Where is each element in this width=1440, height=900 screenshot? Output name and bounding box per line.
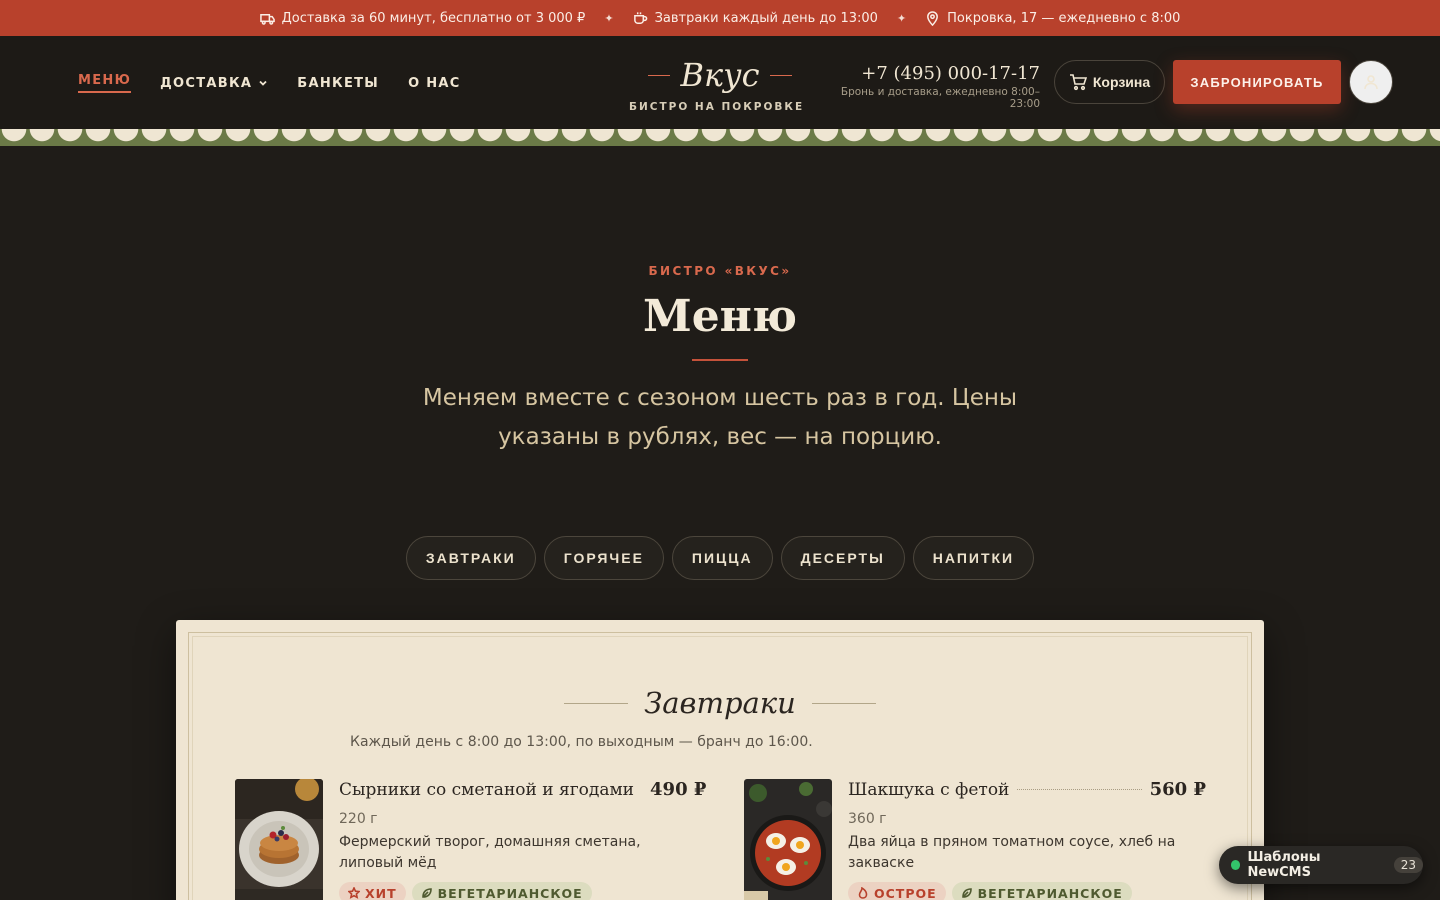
heading-rule-left	[564, 702, 629, 704]
scallop-border	[0, 129, 1440, 146]
title-underline	[692, 359, 748, 361]
delivery-text: Доставка за 60 минут, бесплатно от 3 000…	[281, 10, 586, 26]
section-note: Каждый день с 8:00 до 13:00, по выходным…	[350, 734, 813, 750]
leaf-icon	[421, 888, 432, 898]
address-text: Покровка, 17 — ежедневно с 8:00	[947, 10, 1181, 26]
dish-weight: 360 г	[848, 811, 887, 827]
dish-tags: ОСТРОЕ ВЕГЕТАРИАНСКОЕ	[848, 882, 1206, 900]
address-info: Покровка, 17 — ежедневно с 8:00	[925, 11, 1180, 26]
coffee-cup-icon	[633, 11, 647, 24]
nav-menu[interactable]: МЕНЮ	[78, 73, 132, 93]
nav-delivery-label: ДОСТАВКА	[160, 75, 253, 91]
section-heading: Завтраки	[176, 686, 1264, 720]
user-icon	[1364, 75, 1378, 90]
dish-leader-dots	[1017, 789, 1142, 790]
newcms-templates-badge[interactable]: Шаблоны NewCMS 23	[1219, 846, 1423, 884]
separator-star: ✦	[604, 11, 614, 25]
dish-item[interactable]: Сырники со сметаной и ягодами 490 ₽ 220 …	[235, 779, 706, 900]
tag-label: ВЕГЕТАРИАНСКОЕ	[437, 885, 583, 900]
dish-info: Шакшука с фетой 560 ₽ 360 г Два яйца в п…	[848, 779, 1206, 900]
dish-description: Фермерский творог, домашняя сметана, лип…	[339, 834, 641, 871]
cart-button[interactable]: Корзина	[1054, 60, 1165, 104]
syrniki-illustration	[235, 779, 323, 900]
dish-description: Два яйца в пряном томатном соусе, хлеб н…	[848, 834, 1176, 871]
page-title: Меню	[642, 291, 798, 342]
tag-label: ХИТ	[365, 885, 397, 900]
category-drinks[interactable]: НАПИТКИ	[912, 536, 1035, 580]
status-dot-icon	[1231, 860, 1241, 870]
tag-label: ОСТРОЕ	[874, 885, 937, 900]
dish-price: 560 ₽	[1149, 779, 1206, 800]
badge-label: Шаблоны NewCMS	[1247, 850, 1321, 880]
dish-title-row: Сырники со сметаной и ягодами 490 ₽	[339, 779, 706, 800]
nav-delivery[interactable]: ДОСТАВКА	[160, 73, 268, 93]
heading-rule-right	[811, 702, 876, 704]
dish-price: 490 ₽	[650, 779, 707, 800]
nav-banquets[interactable]: БАНКЕТЫ	[297, 73, 379, 93]
star-icon	[348, 887, 360, 899]
dish-name: Сырники со сметаной и ягодами	[339, 780, 635, 800]
scallop-shadow	[0, 146, 1440, 148]
map-pin-icon	[927, 10, 939, 26]
nav-about[interactable]: О НАС	[408, 73, 461, 93]
logo-wordmark: Вкус	[620, 56, 820, 94]
book-table-button[interactable]: ЗАБРОНИРОВАТЬ	[1173, 60, 1341, 104]
logo-dash-right	[769, 74, 792, 76]
badge-count: 23	[1393, 857, 1423, 873]
truck-icon	[259, 13, 275, 25]
contact-hours: Бронь и доставка, ежедневно 8:00–23:00	[840, 86, 1040, 110]
category-hot[interactable]: ГОРЯЧЕЕ	[543, 536, 664, 580]
category-pizza[interactable]: ПИЦЦА	[671, 536, 773, 580]
logo-tagline: БИСТРО НА ПОКРОВКЕ	[629, 101, 805, 113]
category-desserts[interactable]: ДЕСЕРТЫ	[780, 536, 905, 580]
category-tabs: ЗАВТРАКИ ГОРЯЧЕЕ ПИЦЦА ДЕСЕРТЫ НАПИТКИ	[0, 536, 1440, 580]
cart-label: Корзина	[1092, 74, 1151, 90]
chevron-down-icon	[259, 80, 267, 86]
hero-subtitle: Меняем вместе с сезоном шесть раз в год.…	[422, 385, 1018, 450]
dish-tags: ХИТ ВЕГЕТАРИАНСКОЕ	[339, 882, 697, 900]
dish-title-row: Шакшука с фетой 560 ₽	[848, 779, 1206, 800]
breakfast-text: Завтраки каждый день до 13:00	[654, 10, 878, 26]
dish-info: Сырники со сметаной и ягодами 490 ₽ 220 …	[339, 779, 706, 900]
main-nav: МЕНЮ ДОСТАВКА БАНКЕТЫ О НАС	[78, 73, 461, 93]
dish-item[interactable]: Шакшука с фетой 560 ₽ 360 г Два яйца в п…	[744, 779, 1206, 900]
menu-card: Завтраки Каждый день с 8:00 до 13:00, по…	[176, 620, 1264, 900]
dish-photo-syrniki	[235, 779, 323, 900]
delivery-info: Доставка за 60 минут, бесплатно от 3 000…	[259, 10, 586, 26]
account-button[interactable]	[1349, 60, 1393, 104]
tag-spicy: ОСТРОЕ	[848, 882, 946, 900]
contact-block: +7 (495) 000-17-17 Бронь и доставка, еже…	[815, 63, 1040, 110]
hero-eyebrow: БИСТРО «ВКУС»	[648, 264, 792, 278]
tag-hit: ХИТ	[339, 882, 406, 900]
logo-dash-left	[648, 74, 671, 76]
logo-name: Вкус	[680, 56, 760, 94]
phone-number[interactable]: +7 (495) 000-17-17	[815, 63, 1040, 84]
shakshuka-illustration	[744, 779, 832, 900]
top-info-bar: Доставка за 60 минут, бесплатно от 3 000…	[0, 0, 1440, 36]
cart-icon	[1069, 74, 1087, 91]
site-logo[interactable]: Вкус БИСТРО НА ПОКРОВКЕ	[620, 56, 820, 118]
leaf-icon	[961, 888, 972, 898]
dish-weight: 220 г	[339, 811, 378, 827]
tag-label: ВЕГЕТАРИАНСКОЕ	[977, 885, 1123, 900]
flame-icon	[858, 887, 868, 899]
site-header: МЕНЮ ДОСТАВКА БАНКЕТЫ О НАС Вкус БИСТРО …	[0, 36, 1440, 129]
breakfast-info: Завтраки каждый день до 13:00	[633, 11, 878, 26]
section-title: Завтраки	[644, 686, 796, 720]
dish-photo-shakshuka	[744, 779, 832, 900]
tag-vegetarian: ВЕГЕТАРИАНСКОЕ	[951, 882, 1132, 900]
separator-star: ✦	[896, 11, 907, 25]
tag-vegetarian: ВЕГЕТАРИАНСКОЕ	[411, 882, 592, 900]
dish-name: Шакшука с фетой	[848, 780, 1010, 800]
category-breakfast[interactable]: ЗАВТРАКИ	[405, 536, 536, 580]
